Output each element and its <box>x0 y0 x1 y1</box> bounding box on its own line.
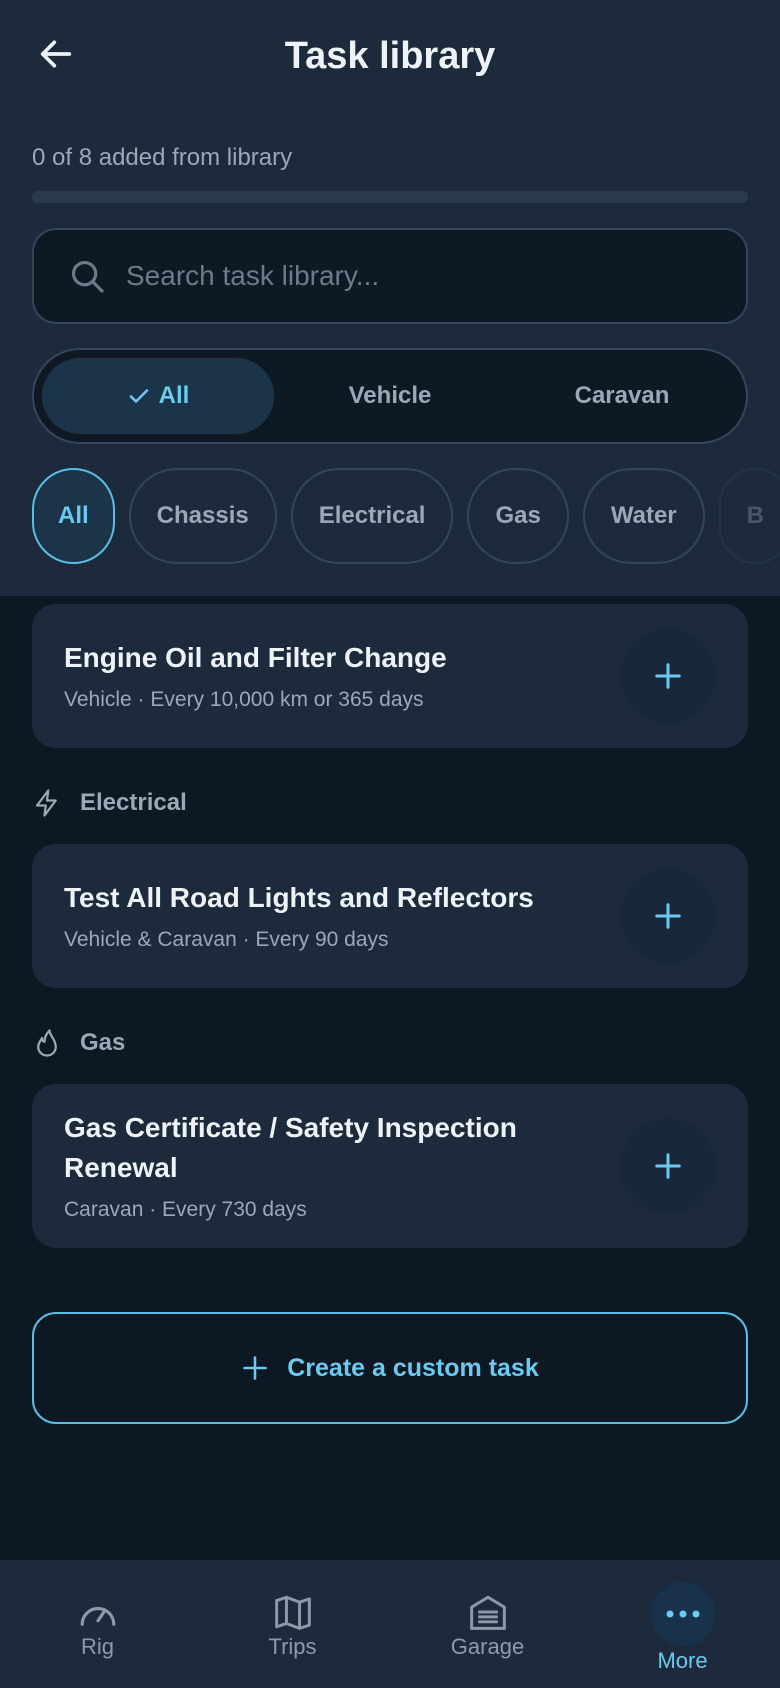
add-task-button[interactable] <box>620 1118 716 1214</box>
chip-chassis[interactable]: Chassis <box>128 468 277 564</box>
section-header-electrical: Electrical <box>32 786 187 820</box>
tab-label: Vehicle <box>348 382 432 409</box>
task-title: Engine Oil and Filter Change <box>64 642 447 673</box>
tab-vehicle[interactable]: Vehicle <box>274 358 506 434</box>
page-title: Task library <box>284 35 496 77</box>
gauge-icon <box>80 1607 115 1626</box>
tab-label: Caravan <box>574 382 670 409</box>
nav-label: Garage <box>450 1634 525 1659</box>
task-subtitle: Caravan · Every 730 days <box>64 1198 307 1221</box>
plus-icon <box>655 663 681 689</box>
plus-icon <box>655 903 681 929</box>
header-panel: Task library 0 of 8 added from library A… <box>0 0 780 596</box>
plus-icon <box>243 1356 268 1380</box>
add-task-button[interactable] <box>620 628 716 724</box>
section-header-gas: Gas <box>32 1026 125 1060</box>
check-icon <box>129 389 148 403</box>
chip-partial[interactable]: B <box>718 468 780 564</box>
lightning-icon <box>35 789 57 817</box>
chip-electrical[interactable]: Electrical <box>290 468 454 564</box>
nav-label: Trips <box>268 1634 317 1659</box>
task-card-road-lights: Test All Road Lights and Reflectors Vehi… <box>32 844 748 988</box>
create-button-label: Create a custom task <box>287 1353 539 1382</box>
search-box[interactable] <box>32 228 748 324</box>
task-card-engine-oil: Engine Oil and Filter Change Vehicle · E… <box>32 604 748 748</box>
task-card-gas-certificate: Gas Certificate / Safety Inspection Rene… <box>32 1084 748 1248</box>
task-title-line2: Renewal <box>64 1152 178 1183</box>
chip-all[interactable]: All <box>32 468 115 564</box>
nav-active-indicator <box>650 1582 715 1646</box>
add-task-button[interactable] <box>620 868 716 964</box>
search-icon <box>71 260 104 293</box>
section-label: Electrical <box>80 789 187 816</box>
category-chip-row: All Chassis Electrical Gas Water B <box>32 468 780 564</box>
task-title: Test All Road Lights and Reflectors <box>64 882 534 913</box>
tab-label: All <box>158 382 190 409</box>
task-subtitle: Vehicle & Caravan · Every 90 days <box>64 928 389 951</box>
nav-item-rig[interactable]: Rig <box>0 1560 195 1688</box>
task-subtitle: Vehicle · Every 10,000 km or 365 days <box>64 688 424 711</box>
plus-icon <box>655 1153 681 1179</box>
section-label: Gas <box>80 1029 126 1056</box>
task-title-line1: Gas Certificate / Safety Inspection <box>64 1112 517 1143</box>
create-custom-task-button[interactable]: Create a custom task <box>32 1312 748 1424</box>
search-input[interactable] <box>126 260 686 292</box>
bottom-navigation: Rig Trips Garage More <box>0 1560 780 1688</box>
nav-item-more[interactable]: More <box>585 1560 780 1688</box>
more-dots-icon <box>666 1610 699 1618</box>
progress-text: 0 of 8 added from library <box>32 144 293 171</box>
chip-gas[interactable]: Gas <box>467 468 569 564</box>
nav-label: More <box>657 1648 708 1673</box>
tab-caravan[interactable]: Caravan <box>506 358 738 434</box>
flame-icon <box>37 1029 57 1057</box>
scope-tabs: All Vehicle Caravan <box>32 348 748 444</box>
nav-label: Rig <box>80 1634 114 1659</box>
progress-bar <box>32 191 748 203</box>
map-icon <box>274 1595 311 1630</box>
tab-all[interactable]: All <box>42 358 274 434</box>
nav-item-trips[interactable]: Trips <box>195 1560 390 1688</box>
nav-item-garage[interactable]: Garage <box>390 1560 585 1688</box>
garage-icon <box>469 1595 506 1630</box>
chip-water[interactable]: Water <box>582 468 705 564</box>
